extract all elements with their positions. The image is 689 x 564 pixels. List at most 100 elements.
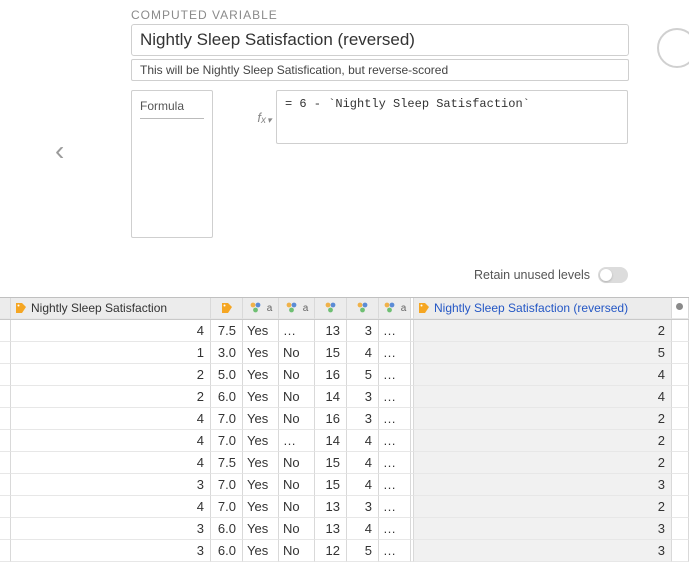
- cell-sat[interactable]: 3: [11, 540, 211, 562]
- cell-num[interactable]: 7.0: [211, 474, 243, 496]
- cell-c6[interactable]: 3: [347, 496, 379, 518]
- cell-c4[interactable]: …: [279, 320, 315, 342]
- cell-c5[interactable]: 14: [315, 386, 347, 408]
- cell-c4[interactable]: No: [279, 474, 315, 496]
- cell-c7[interactable]: …: [379, 518, 411, 540]
- table-row[interactable]: 26.0YesNo143…4: [0, 386, 689, 408]
- cell-num[interactable]: 3.0: [211, 342, 243, 364]
- column-header-6[interactable]: [347, 298, 379, 319]
- column-header-computed[interactable]: Nightly Sleep Satisfaction (reversed): [414, 298, 672, 319]
- cell-num[interactable]: 5.0: [211, 364, 243, 386]
- cell-rev[interactable]: 3: [414, 474, 672, 496]
- cell-c5[interactable]: 16: [315, 408, 347, 430]
- cell-sat[interactable]: 4: [11, 496, 211, 518]
- table-row[interactable]: 47.0YesNo133…2: [0, 496, 689, 518]
- cell-rev[interactable]: 4: [414, 364, 672, 386]
- table-row[interactable]: 47.0Yes…144…2: [0, 430, 689, 452]
- cell-sat[interactable]: 2: [11, 364, 211, 386]
- cell-c4[interactable]: No: [279, 452, 315, 474]
- cell-rev[interactable]: 2: [414, 452, 672, 474]
- cell-c3[interactable]: Yes: [243, 452, 279, 474]
- cell-c5[interactable]: 16: [315, 364, 347, 386]
- cell-c3[interactable]: Yes: [243, 320, 279, 342]
- cell-c3[interactable]: Yes: [243, 386, 279, 408]
- cell-rev[interactable]: 2: [414, 430, 672, 452]
- cell-c6[interactable]: 4: [347, 474, 379, 496]
- cell-c7[interactable]: …: [379, 386, 411, 408]
- cell-c7[interactable]: …: [379, 408, 411, 430]
- cell-sat[interactable]: 1: [11, 342, 211, 364]
- cell-rev[interactable]: 2: [414, 496, 672, 518]
- cell-rev[interactable]: 3: [414, 518, 672, 540]
- cell-c6[interactable]: 4: [347, 430, 379, 452]
- cell-num[interactable]: 6.0: [211, 518, 243, 540]
- table-row[interactable]: 25.0YesNo165…4: [0, 364, 689, 386]
- back-arrow-icon[interactable]: ‹: [55, 135, 64, 167]
- cell-c6[interactable]: 4: [347, 518, 379, 540]
- cell-c5[interactable]: 13: [315, 518, 347, 540]
- cell-num[interactable]: 6.0: [211, 540, 243, 562]
- cell-num[interactable]: 7.0: [211, 430, 243, 452]
- cell-c4[interactable]: No: [279, 386, 315, 408]
- cell-c7[interactable]: …: [379, 342, 411, 364]
- cell-c5[interactable]: 15: [315, 474, 347, 496]
- column-header-7[interactable]: a: [379, 298, 411, 319]
- cell-rev[interactable]: 2: [414, 408, 672, 430]
- cell-sat[interactable]: 3: [11, 474, 211, 496]
- table-row[interactable]: 47.5Yes…133…2: [0, 320, 689, 342]
- table-row[interactable]: 47.5YesNo154…2: [0, 452, 689, 474]
- table-row[interactable]: 47.0YesNo163…2: [0, 408, 689, 430]
- cell-c4[interactable]: …: [279, 430, 315, 452]
- cell-c7[interactable]: …: [379, 452, 411, 474]
- cell-c3[interactable]: Yes: [243, 474, 279, 496]
- cell-c6[interactable]: 3: [347, 320, 379, 342]
- cell-rev[interactable]: 2: [414, 320, 672, 342]
- cell-c7[interactable]: …: [379, 320, 411, 342]
- cell-c3[interactable]: Yes: [243, 518, 279, 540]
- cell-c7[interactable]: …: [379, 474, 411, 496]
- cell-c6[interactable]: 4: [347, 342, 379, 364]
- column-header-5[interactable]: [315, 298, 347, 319]
- cell-c4[interactable]: No: [279, 364, 315, 386]
- cell-c4[interactable]: No: [279, 408, 315, 430]
- cell-c6[interactable]: 4: [347, 452, 379, 474]
- cell-c4[interactable]: No: [279, 496, 315, 518]
- cell-c6[interactable]: 3: [347, 408, 379, 430]
- cell-num[interactable]: 7.5: [211, 320, 243, 342]
- cell-c5[interactable]: 12: [315, 540, 347, 562]
- cell-sat[interactable]: 2: [11, 386, 211, 408]
- cell-c4[interactable]: No: [279, 342, 315, 364]
- column-header-4[interactable]: a: [279, 298, 315, 319]
- cell-c5[interactable]: 13: [315, 496, 347, 518]
- help-icon[interactable]: [657, 28, 689, 68]
- cell-c3[interactable]: Yes: [243, 540, 279, 562]
- cell-c6[interactable]: 5: [347, 364, 379, 386]
- variable-description-input[interactable]: [131, 59, 629, 81]
- table-row[interactable]: 36.0YesNo134…3: [0, 518, 689, 540]
- cell-c7[interactable]: …: [379, 540, 411, 562]
- cell-sat[interactable]: 4: [11, 430, 211, 452]
- cell-num[interactable]: 7.0: [211, 496, 243, 518]
- cell-num[interactable]: 7.5: [211, 452, 243, 474]
- cell-c5[interactable]: 13: [315, 320, 347, 342]
- cell-c6[interactable]: 3: [347, 386, 379, 408]
- cell-c5[interactable]: 15: [315, 452, 347, 474]
- column-header-3[interactable]: a: [243, 298, 279, 319]
- cell-sat[interactable]: 3: [11, 518, 211, 540]
- column-header-2[interactable]: [211, 298, 243, 319]
- cell-num[interactable]: 6.0: [211, 386, 243, 408]
- cell-rev[interactable]: 3: [414, 540, 672, 562]
- cell-c3[interactable]: Yes: [243, 364, 279, 386]
- cell-c7[interactable]: …: [379, 364, 411, 386]
- cell-c3[interactable]: Yes: [243, 430, 279, 452]
- table-row[interactable]: 36.0YesNo125…3: [0, 540, 689, 562]
- cell-c3[interactable]: Yes: [243, 342, 279, 364]
- cell-c3[interactable]: Yes: [243, 496, 279, 518]
- table-row[interactable]: 37.0YesNo154…3: [0, 474, 689, 496]
- cell-c7[interactable]: …: [379, 496, 411, 518]
- cell-c3[interactable]: Yes: [243, 408, 279, 430]
- cell-rev[interactable]: 4: [414, 386, 672, 408]
- cell-rev[interactable]: 5: [414, 342, 672, 364]
- column-header-satisfaction[interactable]: Nightly Sleep Satisfaction: [11, 298, 211, 319]
- cell-c6[interactable]: 5: [347, 540, 379, 562]
